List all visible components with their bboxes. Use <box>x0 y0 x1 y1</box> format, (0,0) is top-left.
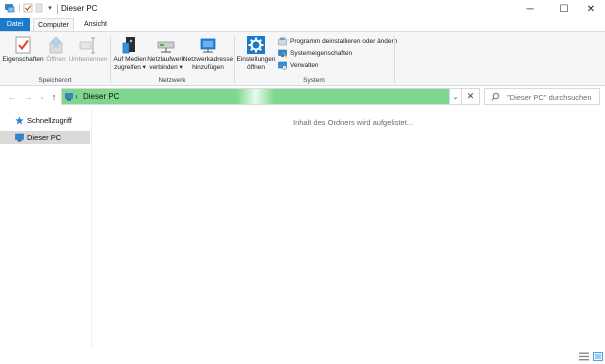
qa-new-folder-icon[interactable] <box>35 3 43 13</box>
netzwerk-group-label: Netzwerk <box>158 77 186 84</box>
systemeigenschaften-button[interactable]: Systemeigenschaften <box>278 48 352 59</box>
explorer-window-icon[interactable] <box>5 3 15 13</box>
tab-ansicht[interactable]: Ansicht <box>78 18 113 31</box>
address-dropdown-icon[interactable]: ⌄ <box>450 88 462 105</box>
netzwerkadresse-label-2: hinzufügen <box>192 64 224 71</box>
qa-customize-chevron-icon[interactable]: ▾ <box>46 3 54 13</box>
quick-access-star-icon <box>15 116 24 125</box>
einstellungen-oeffnen-button[interactable]: Einstellungen öffnen <box>236 35 276 72</box>
group-divider <box>110 36 111 83</box>
system-group-label: System <box>303 77 325 84</box>
this-pc-icon <box>15 133 24 142</box>
network-drive-icon <box>156 35 176 55</box>
this-pc-icon <box>65 93 73 103</box>
netzlaufwerk-verbinden-button[interactable]: Netzlaufwerk verbinden ▾ <box>147 35 185 72</box>
tab-datei[interactable]: Datei <box>0 18 30 31</box>
auf-medien-label-1: Auf Medien <box>113 56 147 63</box>
close-button[interactable]: ✕ <box>576 0 605 18</box>
auf-medien-label-2: zugreifen ▾ <box>114 64 146 71</box>
maximize-button[interactable]: ☐ <box>549 0 579 18</box>
forward-button[interactable]: → <box>22 90 34 103</box>
netzlaufwerk-label-1: Netzlaufwerk <box>147 56 185 63</box>
settings-gear-icon <box>246 35 266 55</box>
programm-deinstallieren-label: Programm deinstallieren oder ändern <box>290 38 398 45</box>
back-button[interactable]: ← <box>6 90 18 103</box>
group-divider <box>394 36 395 83</box>
umbenennen-button[interactable]: Umbenennen <box>68 35 108 64</box>
manage-icon <box>278 61 287 70</box>
eigenschaften-button[interactable]: Eigenschaften <box>2 35 44 64</box>
search-placeholder: "Dieser PC" durchsuchen <box>507 93 592 102</box>
network-location-icon <box>198 35 218 55</box>
minimize-button[interactable]: ─ <box>515 0 545 18</box>
verwalten-button[interactable]: Verwalten <box>278 60 319 71</box>
nav-item-schnellzugriff[interactable]: Schnellzugriff <box>0 114 90 127</box>
tab-computer[interactable]: Computer <box>33 18 74 31</box>
programm-deinstallieren-button[interactable]: Programm deinstallieren oder ändern <box>278 36 397 47</box>
uninstall-icon <box>278 37 287 46</box>
verwalten-label: Verwalten <box>290 62 319 69</box>
address-bar[interactable]: › Dieser PC <box>61 88 450 105</box>
einstellungen-label-1: Einstellungen <box>236 56 276 63</box>
title-separator <box>57 4 58 14</box>
media-access-icon <box>120 35 140 55</box>
ribbon-tabs: Datei Computer Ansicht <box>0 18 605 31</box>
open-icon <box>46 35 66 55</box>
auf-medien-zugreifen-button[interactable]: Auf Medien zugreifen ▾ <box>113 35 147 72</box>
nav-label-schnellzugriff: Schnellzugriff <box>27 116 72 125</box>
system-properties-icon <box>278 49 287 58</box>
oeffnen-button[interactable]: Öffnen <box>44 35 68 64</box>
breadcrumb-chevron-icon[interactable]: › <box>75 92 78 101</box>
large-icons-view-icon[interactable] <box>593 352 603 361</box>
up-button[interactable]: ↑ <box>48 90 60 103</box>
einstellungen-label-2: öffnen <box>247 64 265 71</box>
window-title: Dieser PC <box>61 4 98 13</box>
search-box[interactable]: "Dieser PC" durchsuchen <box>484 88 600 105</box>
qa-properties-icon[interactable] <box>23 3 33 13</box>
netzlaufwerk-label-2: verbinden ▾ <box>149 64 183 71</box>
umbenennen-label: Umbenennen <box>68 56 108 63</box>
loading-message: Inhalt des Ordners wird aufgelistet... <box>293 118 414 127</box>
group-divider <box>234 36 235 83</box>
netzwerkadresse-label-1: Netzwerkadresse <box>182 56 234 63</box>
recent-locations-button[interactable]: ⌄ <box>36 90 48 103</box>
stop-loading-icon[interactable]: ✕ <box>462 88 480 105</box>
breadcrumb-dieser-pc[interactable]: Dieser PC <box>83 92 119 101</box>
details-view-icon[interactable] <box>579 352 589 361</box>
systemeigenschaften-label: Systemeigenschaften <box>290 50 353 57</box>
navigation-pane: Schnellzugriff Dieser PC <box>0 108 92 348</box>
title-bar: | ▾ Dieser PC ─ ☐ ✕ <box>0 0 605 18</box>
nav-item-dieser-pc[interactable]: Dieser PC <box>0 131 90 144</box>
oeffnen-label: Öffnen <box>46 56 66 63</box>
search-icon <box>491 92 500 103</box>
rename-icon <box>78 35 98 55</box>
speicherort-group-label: Speicherort <box>38 77 72 84</box>
eigenschaften-label: Eigenschaften <box>2 56 44 63</box>
qa-separator: | <box>18 4 21 12</box>
ribbon: Eigenschaften Öffnen Umbenennen Speicher… <box>0 31 605 86</box>
netzwerkadresse-hinzufuegen-button[interactable]: Netzwerkadresse hinzufügen <box>182 35 234 72</box>
checkmark-properties-icon <box>13 35 33 55</box>
nav-label-dieser-pc: Dieser PC <box>27 133 62 142</box>
